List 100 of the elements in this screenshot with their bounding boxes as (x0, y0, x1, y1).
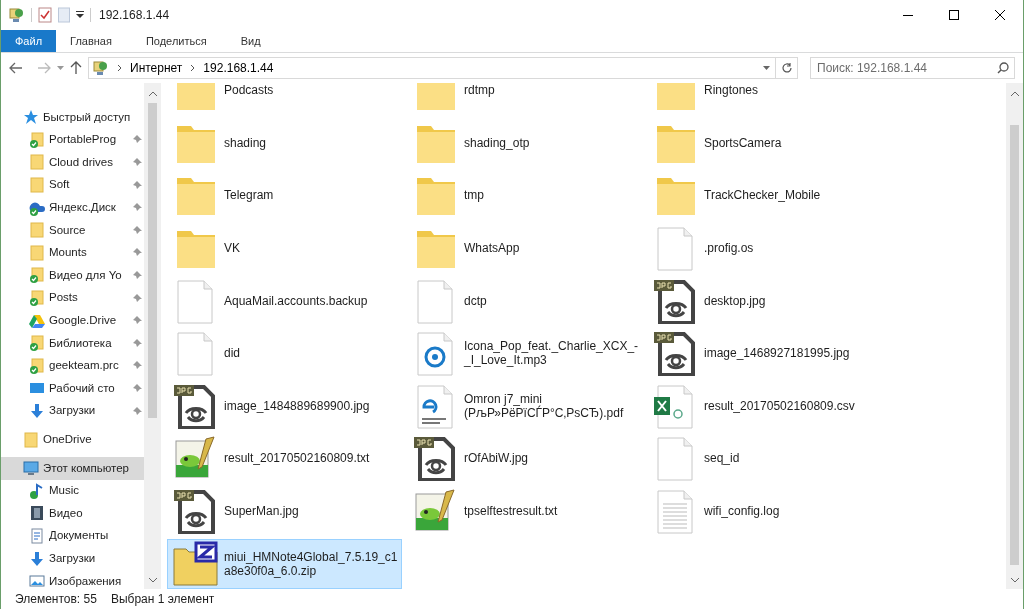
search-field[interactable]: Поиск: 192.168.1.44 (810, 57, 1015, 79)
breadcrumb-chevron-icon[interactable] (190, 64, 196, 72)
scroll-up-icon[interactable] (1010, 91, 1019, 96)
ribbon-tab[interactable]: Поделиться (131, 30, 221, 52)
file-item[interactable]: image_1468927181995.jpg (647, 328, 882, 379)
sidebar-item[interactable]: PortableProg (1, 128, 144, 152)
file-item[interactable]: VK (167, 223, 402, 274)
file-item[interactable]: WhatsApp (407, 223, 642, 274)
file-item[interactable]: AquaMail.accounts.backup (167, 275, 402, 326)
address-bar[interactable]: Интернет 192.168.1.44 (88, 57, 798, 79)
pin-icon[interactable] (133, 383, 142, 393)
network-icon[interactable] (9, 7, 25, 23)
minimize-icon (903, 14, 913, 16)
file-item[interactable]: .profig.os (647, 223, 882, 274)
sidebar-item[interactable]: Видео для Yo (1, 264, 144, 287)
pin-icon[interactable] (133, 293, 142, 303)
file-item[interactable]: image_1484889689900.jpg (167, 380, 402, 431)
sidebar-item[interactable]: Видео (1, 502, 144, 525)
folder-icon (29, 154, 45, 171)
sidebar-item[interactable]: Документы (1, 524, 144, 548)
sidebar-item[interactable]: Этот компьютер (1, 456, 144, 480)
sidebar-item[interactable]: Загрузки (1, 399, 144, 423)
jpg-file-icon (172, 488, 218, 535)
synced-folder-icon (29, 267, 45, 284)
file-item[interactable]: result_20170502160809.txt (167, 433, 402, 484)
sidebar-item[interactable]: Source (1, 218, 144, 242)
download-arrow-icon (29, 550, 45, 567)
sidebar-item[interactable]: Music (1, 479, 144, 503)
file-item[interactable]: Telegram (167, 170, 402, 221)
file-item[interactable]: Icona_Pop_feat._Charlie_XCX_-_I_Love_It.mp3 (407, 328, 642, 379)
breadcrumb[interactable]: 192.168.1.44 (203, 59, 274, 77)
file-item[interactable]: SportsCamera (647, 117, 882, 168)
pin-icon[interactable] (133, 361, 142, 371)
pin-icon[interactable] (133, 248, 142, 258)
properties-icon[interactable] (38, 7, 52, 23)
file-item[interactable]: SuperMan.jpg (167, 486, 402, 537)
pin-icon[interactable] (133, 406, 142, 416)
sidebar-item[interactable]: Библиотека (1, 331, 144, 355)
back-arrow-icon[interactable] (9, 62, 23, 74)
pin-icon[interactable] (133, 203, 142, 213)
file-item[interactable]: result_20170502160809.csv (647, 380, 882, 431)
file-item[interactable]: miui_HMNote4Global_7.5.19_c1a8e30f0a_6.0.zip (167, 538, 402, 589)
synced-folder-icon (29, 290, 45, 307)
pin-icon[interactable] (133, 180, 142, 190)
sidebar-item[interactable]: Google.Drive (1, 309, 144, 332)
pin-icon[interactable] (133, 225, 142, 235)
forward-arrow-icon[interactable] (37, 62, 51, 74)
file-item[interactable]: rOfAbiW.jpg (407, 433, 642, 484)
sidebar-item[interactable]: Рабочий сто (1, 377, 144, 400)
file-item[interactable]: TrackChecker_Mobile (647, 170, 882, 221)
pin-icon[interactable] (133, 135, 142, 145)
file-item[interactable]: seq_id (647, 433, 882, 484)
dropdown-caret-icon[interactable] (76, 11, 84, 19)
file-item[interactable]: Podcasts (167, 83, 402, 116)
pin-icon[interactable] (133, 158, 142, 167)
synced-folder-icon (29, 335, 45, 352)
jpg-file-icon (412, 435, 458, 482)
recent-caret-icon[interactable] (57, 66, 64, 70)
sidebar-item[interactable]: Mounts (1, 241, 144, 265)
file-item[interactable]: desktop.jpg (647, 275, 882, 326)
ribbon-tab[interactable]: Главная (56, 30, 126, 52)
sidebar-scrollbar[interactable] (144, 83, 161, 589)
close-icon (995, 10, 1005, 20)
scrollbar-thumb[interactable] (1010, 125, 1019, 565)
pin-icon[interactable] (133, 338, 142, 348)
download-arrow-icon (29, 403, 45, 419)
sidebar-item[interactable]: Soft (1, 173, 144, 197)
file-item[interactable]: wifi_config.log (647, 486, 882, 537)
sidebar-item[interactable]: Изображения (1, 569, 144, 589)
scroll-up-icon[interactable] (148, 91, 157, 96)
file-menu-tab[interactable]: Файл (1, 30, 57, 52)
pin-icon[interactable] (133, 316, 142, 326)
drive-triangle-icon (29, 312, 45, 329)
file-item[interactable]: tmp (407, 170, 642, 221)
file-item[interactable]: did (167, 328, 402, 379)
ribbon-tab[interactable]: Вид (226, 30, 275, 52)
scroll-down-icon[interactable] (1010, 578, 1019, 583)
scroll-down-icon[interactable] (148, 578, 157, 583)
sidebar-item[interactable]: Posts (1, 286, 144, 310)
scrollbar-thumb[interactable] (148, 103, 157, 418)
folder-icon (23, 431, 39, 448)
sidebar-item[interactable]: geekteam.prc (1, 354, 144, 378)
sidebar-item[interactable]: Загрузки (1, 547, 144, 570)
sidebar-item[interactable]: Быстрый доступ (1, 106, 144, 129)
file-item[interactable]: tpselftestresult.txt (407, 486, 642, 537)
file-item[interactable]: Ringtones (647, 83, 882, 116)
pin-icon[interactable] (133, 270, 142, 280)
breadcrumb-chevron-icon[interactable] (117, 64, 122, 72)
breadcrumb[interactable]: Интернет (130, 59, 183, 77)
file-item[interactable]: shading_otp (407, 117, 642, 168)
up-arrow-icon[interactable] (70, 61, 82, 75)
file-item[interactable]: rdtmp (407, 83, 642, 116)
caret-icon (762, 66, 770, 70)
file-item[interactable]: Omron j7_mini (РљР»РёРїСЃР°С‚РѕСЂ).pdf (407, 380, 642, 431)
file-item[interactable]: shading (167, 117, 402, 168)
file-item[interactable]: dctp (407, 275, 642, 326)
sidebar-item[interactable]: OneDrive (1, 428, 144, 451)
sidebar-item[interactable]: Яндекс.Диск (1, 196, 144, 219)
content-scrollbar[interactable] (1006, 83, 1023, 589)
sidebar-item[interactable]: Cloud drives (1, 151, 144, 174)
